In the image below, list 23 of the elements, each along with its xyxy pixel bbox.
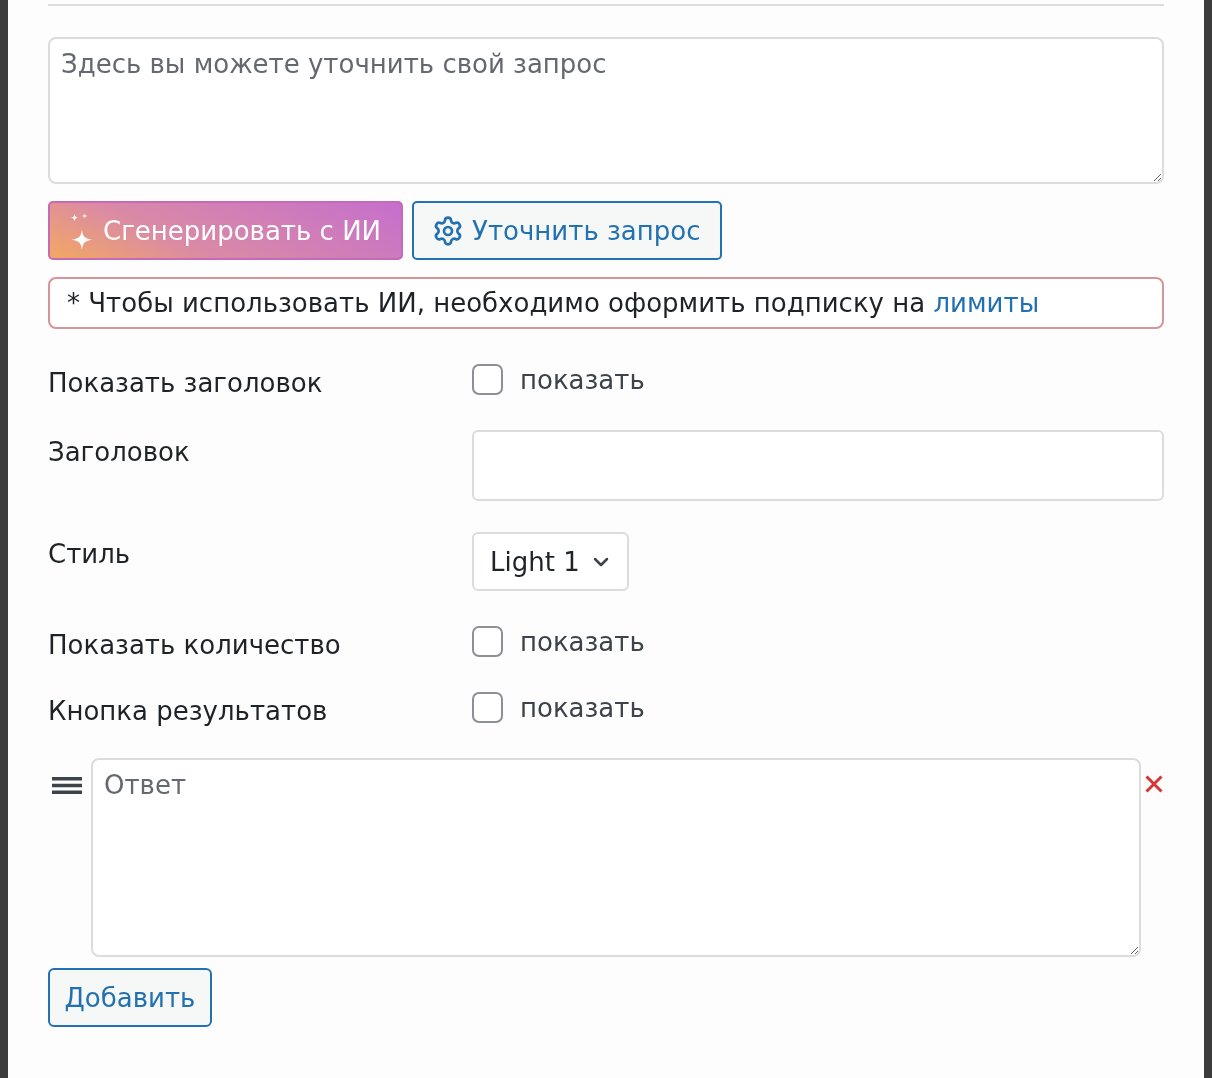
add-button[interactable]: Добавить (48, 968, 212, 1027)
field-label: Показать заголовок (48, 367, 324, 398)
title-field[interactable] (472, 430, 1164, 501)
field-label: Показать количество (48, 629, 342, 660)
sparkles-icon (70, 211, 92, 250)
limits-link[interactable]: лимиты (933, 288, 1040, 318)
refine-button[interactable]: Уточнить запрос (412, 201, 723, 260)
checkbox[interactable] (472, 626, 503, 657)
generate-ai-button[interactable]: Сгенерировать с ИИ (48, 201, 404, 260)
hamburger-icon[interactable] (52, 777, 82, 794)
checkbox-label: показать (520, 692, 645, 723)
checkbox[interactable] (472, 364, 503, 395)
checkbox-label: показать (520, 364, 645, 395)
field-label: Кнопка результатов (48, 695, 329, 726)
close-icon[interactable] (1145, 775, 1163, 793)
style-select[interactable]: Light 1 (472, 532, 629, 591)
field-label: Заголовок (48, 436, 191, 467)
field-label: Стиль (48, 538, 132, 569)
notice-text: * Чтобы использовать ИИ, необходимо оформить подписку на лимиты (67, 288, 1040, 318)
answer-field[interactable]: Ответ (91, 758, 1141, 957)
checkbox[interactable] (472, 692, 503, 723)
checkbox-label: показать (520, 626, 645, 657)
prompt-field[interactable]: Здесь вы можете уточнить свой запрос (48, 37, 1164, 184)
